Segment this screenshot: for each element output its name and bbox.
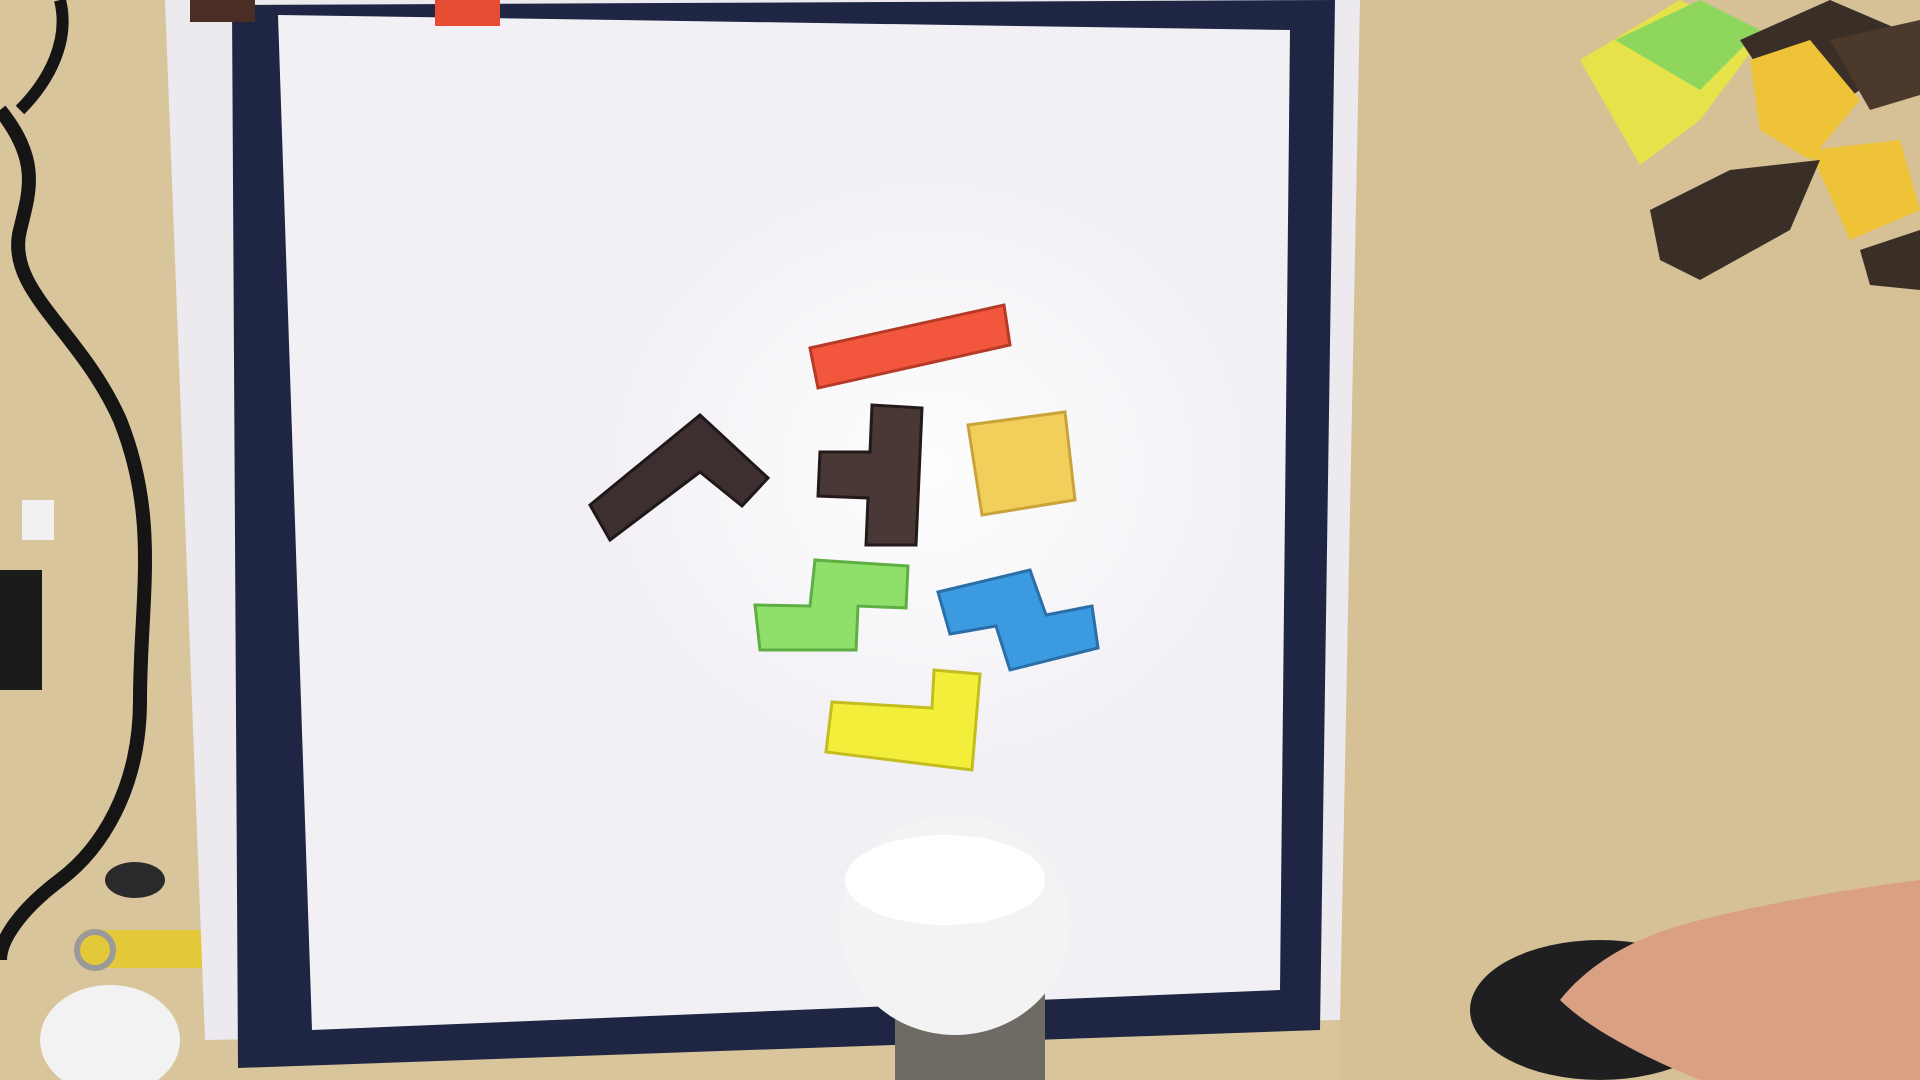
black-device (0, 570, 42, 690)
tabletop-scene (0, 0, 1920, 1080)
small-paper-scrap (22, 500, 54, 540)
key-fob (105, 862, 165, 898)
desk-lamp-shade (845, 835, 1045, 925)
top-edge-brown-block (190, 0, 255, 22)
top-edge-red-block (435, 0, 500, 26)
yellow-square-piece[interactable] (966, 410, 1077, 517)
